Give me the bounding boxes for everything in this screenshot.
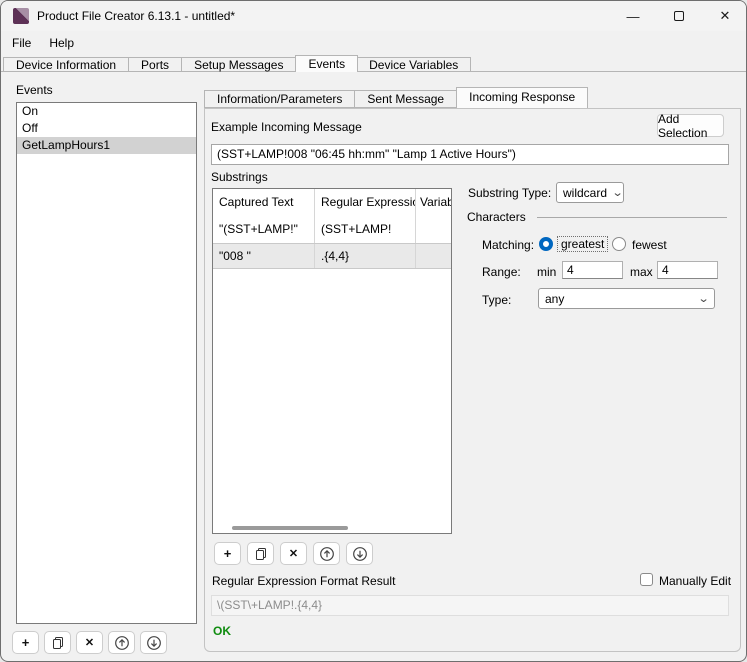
column-regular-expression[interactable]: Regular Expressio xyxy=(315,189,416,216)
range-label: Range: xyxy=(482,265,521,279)
main-tab-bar: Device Information Ports Setup Messages … xyxy=(3,55,471,72)
max-label: max xyxy=(630,265,653,279)
window-title: Product File Creator 6.13.1 - untitled* xyxy=(37,1,235,31)
tab-device-information[interactable]: Device Information xyxy=(3,57,129,72)
tab-sent-message[interactable]: Sent Message xyxy=(355,90,457,108)
table-row[interactable]: "(SST+LAMP!" (SST+LAMP! xyxy=(213,216,451,243)
matching-label: Matching: xyxy=(482,238,534,252)
horizontal-scrollbar[interactable] xyxy=(232,526,348,530)
list-item-getlamphours1[interactable]: GetLampHours1 xyxy=(17,137,196,154)
cell-variable xyxy=(416,244,451,268)
characters-group-line xyxy=(537,217,727,218)
sub-tab-bar: Information/Parameters Sent Message Inco… xyxy=(204,87,587,108)
close-icon: ✕ xyxy=(720,8,731,24)
example-incoming-message-input[interactable]: (SST+LAMP!008 "06:45 hh:mm" "Lamp 1 Acti… xyxy=(211,144,729,165)
list-item-off[interactable]: Off xyxy=(17,120,196,137)
tab-events[interactable]: Events xyxy=(295,55,358,72)
type-label: Type: xyxy=(482,293,511,307)
maximize-icon xyxy=(674,11,684,21)
manually-edit-checkbox[interactable] xyxy=(640,573,653,586)
list-item-on[interactable]: On xyxy=(17,103,196,120)
app-window: Product File Creator 6.13.1 - untitled* … xyxy=(0,0,747,662)
events-label: Events xyxy=(16,83,53,97)
menu-help[interactable]: Help xyxy=(40,31,83,55)
table-header: Captured Text Regular Expressio Variab xyxy=(213,189,451,216)
move-substring-up-button[interactable] xyxy=(313,542,340,565)
cell-captured-text: "(SST+LAMP!" xyxy=(213,216,315,243)
type-dropdown[interactable]: any ⌄ xyxy=(538,288,715,309)
add-event-button[interactable]: + xyxy=(12,631,39,654)
arrow-up-circle-icon xyxy=(114,635,130,651)
min-input[interactable] xyxy=(562,261,623,279)
radio-greatest-label[interactable]: greatest xyxy=(557,236,608,252)
arrow-up-circle-icon xyxy=(319,546,335,562)
characters-group-label: Characters xyxy=(467,210,526,224)
type-value: any xyxy=(545,292,564,306)
tab-ports[interactable]: Ports xyxy=(129,57,182,72)
duplicate-substring-button[interactable] xyxy=(247,542,274,565)
regex-result-label: Regular Expression Format Result xyxy=(212,574,395,588)
delete-icon: ✕ xyxy=(289,547,298,560)
status-text: OK xyxy=(213,624,231,638)
events-list[interactable]: On Off GetLampHours1 xyxy=(16,102,197,624)
duplicate-event-button[interactable] xyxy=(44,631,71,654)
arrow-down-circle-icon xyxy=(352,546,368,562)
regex-result-field[interactable]: \(SST\+LAMP!.{4,4} xyxy=(211,595,729,616)
chevron-down-icon: ⌄ xyxy=(612,186,624,199)
radio-greatest[interactable] xyxy=(539,237,553,251)
cell-regular-expression: (SST+LAMP! xyxy=(315,216,416,243)
tab-information-parameters[interactable]: Information/Parameters xyxy=(204,90,355,108)
add-selection-button[interactable]: Add Selection xyxy=(657,114,724,137)
cell-regular-expression: .{4,4} xyxy=(315,244,416,268)
max-input[interactable] xyxy=(657,261,718,279)
substring-type-value: wildcard xyxy=(563,186,607,200)
plus-icon: + xyxy=(224,546,232,561)
tab-device-variables[interactable]: Device Variables xyxy=(357,57,471,72)
radio-fewest[interactable] xyxy=(612,237,626,251)
delete-icon: ✕ xyxy=(85,636,94,649)
substring-type-dropdown[interactable]: wildcard ⌄ xyxy=(556,182,624,203)
duplicate-icon xyxy=(254,547,268,561)
column-captured-text[interactable]: Captured Text xyxy=(213,189,315,216)
move-event-up-button[interactable] xyxy=(108,631,135,654)
manually-edit-label[interactable]: Manually Edit xyxy=(659,574,731,588)
cell-captured-text: "008 " xyxy=(213,244,315,268)
minimize-icon: — xyxy=(627,9,640,24)
move-substring-down-button[interactable] xyxy=(346,542,373,565)
example-incoming-message-label: Example Incoming Message xyxy=(211,120,362,134)
add-substring-button[interactable]: + xyxy=(214,542,241,565)
menubar: File Help xyxy=(1,31,747,55)
titlebar[interactable]: Product File Creator 6.13.1 - untitled* … xyxy=(1,1,747,31)
duplicate-icon xyxy=(51,636,65,650)
delete-event-button[interactable]: ✕ xyxy=(76,631,103,654)
tab-incoming-response[interactable]: Incoming Response xyxy=(456,87,588,108)
tab-setup-messages[interactable]: Setup Messages xyxy=(182,57,296,72)
arrow-down-circle-icon xyxy=(146,635,162,651)
substrings-table[interactable]: Captured Text Regular Expressio Variab "… xyxy=(212,188,452,534)
close-button[interactable]: ✕ xyxy=(702,1,747,31)
app-icon xyxy=(13,8,29,24)
delete-substring-button[interactable]: ✕ xyxy=(280,542,307,565)
menu-file[interactable]: File xyxy=(3,31,40,55)
plus-icon: + xyxy=(22,635,30,650)
minimize-button[interactable]: — xyxy=(610,1,656,31)
min-label: min xyxy=(537,265,556,279)
substrings-label: Substrings xyxy=(211,170,268,184)
maximize-button[interactable] xyxy=(656,1,702,31)
table-row-selected[interactable]: "008 " .{4,4} xyxy=(213,243,451,269)
radio-fewest-label[interactable]: fewest xyxy=(632,238,667,252)
move-event-down-button[interactable] xyxy=(140,631,167,654)
cell-variable xyxy=(416,216,451,243)
substring-type-label: Substring Type: xyxy=(468,186,551,200)
chevron-down-icon: ⌄ xyxy=(697,292,709,305)
column-variable[interactable]: Variab xyxy=(416,189,451,216)
